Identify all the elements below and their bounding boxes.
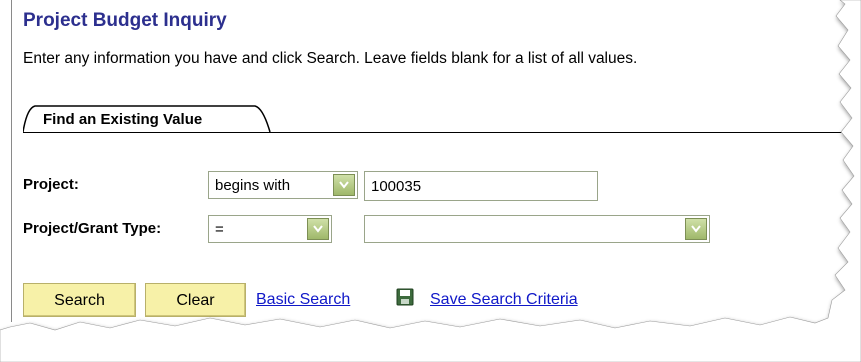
torn-edge-decoration: [0, 0, 861, 362]
